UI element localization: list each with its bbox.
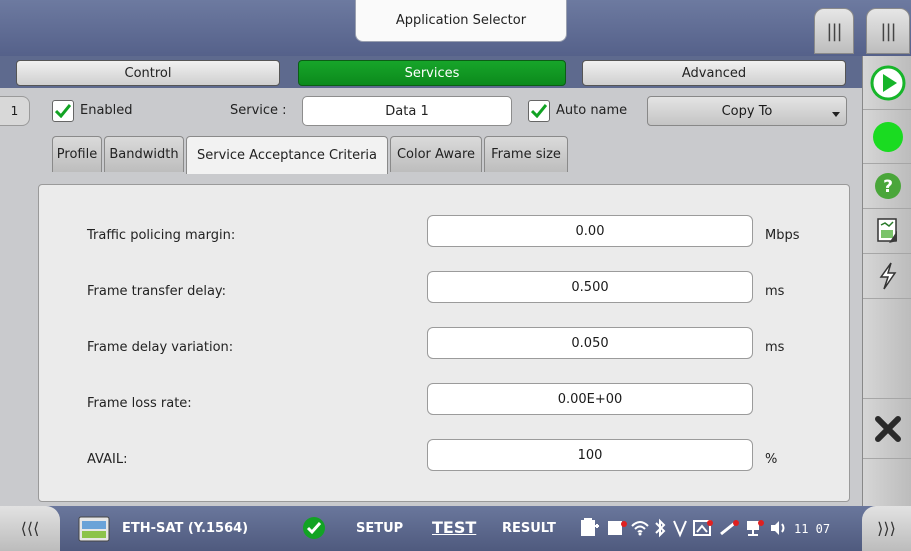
field-value: 0.500 (571, 279, 609, 295)
status-ok-icon (302, 516, 326, 540)
remote-icon (718, 518, 740, 538)
unit-label: % (765, 452, 778, 467)
frame-delay-variation-label: Frame delay variation: (87, 340, 234, 355)
field-value: 0.050 (571, 335, 609, 351)
application-selector-button[interactable]: Application Selector (355, 0, 567, 42)
report-button[interactable] (863, 209, 911, 254)
subtab-profile[interactable]: Profile (52, 136, 102, 172)
frame-transfer-delay-label: Frame transfer delay: (87, 284, 227, 299)
application-selector-label: Application Selector (395, 13, 527, 28)
lan-icon (744, 518, 766, 538)
svg-text:?: ? (883, 177, 893, 197)
bluetooth-icon (652, 518, 668, 538)
gps-icon (672, 518, 688, 538)
chevron-down-icon (832, 112, 840, 117)
top-bar: Application Selector ||| ||| (0, 0, 911, 56)
status-led-icon (872, 121, 903, 152)
service-number-tab[interactable]: 1 (0, 96, 30, 126)
chevrons-left-icon: ⟨⟨⟨ (20, 519, 40, 538)
subtab-frame-size[interactable]: Frame size (484, 136, 568, 172)
frame-loss-rate-label: Frame loss rate: (87, 396, 192, 411)
subtab-label: Service Acceptance Criteria (196, 148, 378, 163)
frame-transfer-delay-field[interactable]: 0.500 (427, 271, 753, 303)
unit-label: ms (765, 284, 785, 299)
menu-grip-button-right[interactable]: ||| (866, 8, 910, 54)
close-icon (874, 415, 901, 442)
copy-to-label: Copy To (721, 103, 773, 119)
help-button[interactable]: ? (863, 164, 911, 209)
battery-icon (578, 518, 600, 538)
auto-name-checkbox[interactable] (528, 100, 550, 122)
expand-left-button[interactable]: ⟨⟨⟨ (0, 506, 60, 551)
traffic-policing-margin-label: Traffic policing margin: (87, 228, 236, 243)
field-value: 100 (577, 447, 603, 463)
grip-icon: ||| (880, 20, 896, 42)
main-tab-bar: Control Services Advanced (0, 56, 862, 88)
report-icon (876, 218, 897, 243)
network-port-icon (606, 518, 628, 538)
setup-button[interactable]: SETUP (356, 521, 403, 536)
help-icon: ? (874, 173, 901, 199)
expand-right-button[interactable]: ⟩⟩⟩ (862, 506, 911, 551)
subtab-label: Frame size (491, 147, 561, 162)
test-button[interactable]: TEST (432, 518, 476, 537)
subtab-label: Bandwidth (109, 147, 179, 162)
tab-advanced[interactable]: Advanced (582, 60, 846, 86)
avail-field[interactable]: 100 (427, 439, 753, 471)
unit-label: Mbps (765, 228, 800, 243)
subtab-color-aware[interactable]: Color Aware (390, 136, 482, 172)
enabled-label: Enabled (80, 103, 133, 118)
test-app-icon[interactable] (78, 516, 110, 542)
wifi-icon (630, 518, 650, 538)
unit-label: ms (765, 340, 785, 355)
right-sidebar: ? (862, 56, 911, 506)
speaker-icon (768, 518, 788, 538)
service-number: 1 (10, 104, 19, 118)
field-value: 0.00E+00 (557, 391, 623, 407)
sidebar-empty-slot (863, 299, 911, 399)
content-panel: 1 Enabled Service : Data 1 Auto name Cop… (0, 88, 862, 506)
sac-tab-content: Traffic policing margin: 0.00 Mbps Frame… (38, 184, 850, 502)
subtab-bandwidth[interactable]: Bandwidth (104, 136, 184, 172)
service-row: 1 Enabled Service : Data 1 Auto name Cop… (0, 88, 862, 132)
checkmark-icon (55, 104, 71, 118)
clock: 11 07 (794, 522, 831, 536)
status-led-button[interactable] (863, 110, 911, 164)
tab-services[interactable]: Services (298, 60, 566, 86)
close-button[interactable] (863, 399, 911, 459)
chevrons-right-icon: ⟩⟩⟩ (877, 519, 896, 538)
subtab-service-acceptance-criteria[interactable]: Service Acceptance Criteria (186, 136, 388, 174)
subtab-label: Profile (56, 147, 98, 162)
subtab-label: Color Aware (396, 147, 476, 162)
avail-label: AVAIL: (87, 452, 128, 467)
status-bar: ⟨⟨⟨ ETH-SAT (Y.1564) SETUP TEST RESULT 1… (0, 506, 911, 551)
frame-loss-rate-field[interactable]: 0.00E+00 (427, 383, 753, 415)
grip-icon: ||| (826, 20, 842, 42)
screen-capture-icon (692, 518, 714, 538)
service-name-value: Data 1 (385, 103, 429, 119)
service-name-field[interactable]: Data 1 (302, 96, 512, 126)
tab-label: Control (124, 65, 172, 81)
menu-grip-button[interactable]: ||| (814, 8, 854, 54)
service-label: Service : (230, 103, 287, 118)
inject-error-button[interactable] (863, 254, 911, 299)
frame-delay-variation-field[interactable]: 0.050 (427, 327, 753, 359)
enabled-checkbox[interactable] (52, 100, 74, 122)
copy-to-dropdown[interactable]: Copy To (647, 96, 847, 126)
auto-name-label: Auto name (556, 103, 628, 118)
start-test-button[interactable] (863, 56, 911, 110)
tab-label: Services (404, 65, 460, 81)
tab-control[interactable]: Control (16, 60, 280, 86)
checkmark-icon (531, 104, 547, 118)
result-button[interactable]: RESULT (502, 521, 556, 536)
traffic-policing-margin-field[interactable]: 0.00 (427, 215, 753, 247)
play-icon (870, 65, 905, 100)
tab-label: Advanced (681, 65, 747, 81)
field-value: 0.00 (575, 223, 605, 239)
test-name: ETH-SAT (Y.1564) (122, 521, 249, 536)
lightning-icon (879, 262, 896, 290)
